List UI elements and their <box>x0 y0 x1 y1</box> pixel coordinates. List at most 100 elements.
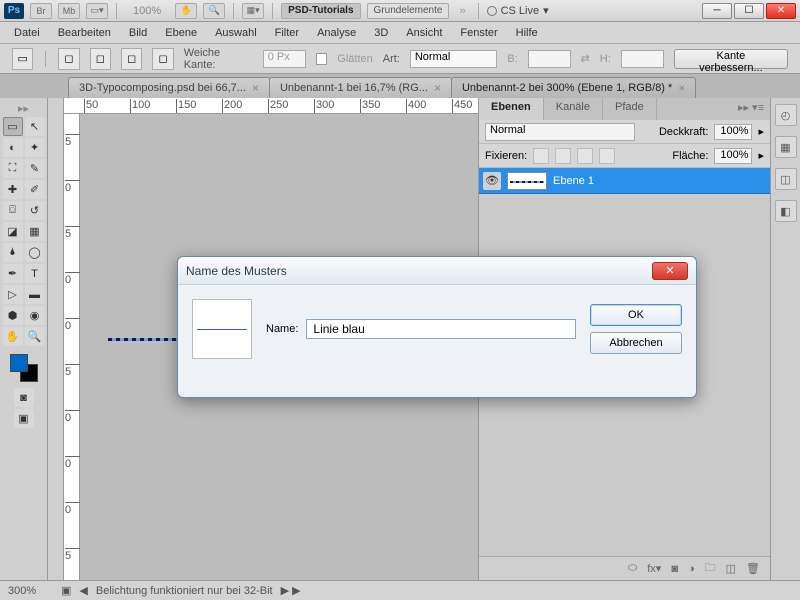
workspace-grundelemente[interactable]: Grundelemente <box>367 3 450 19</box>
close-tab-icon[interactable]: × <box>434 81 441 95</box>
visibility-eye-icon[interactable]: 👁 <box>483 172 501 190</box>
crop-tool[interactable]: ⛶ <box>3 159 23 178</box>
zoom-tool-icon[interactable]: 🔍 <box>203 3 225 19</box>
zoom-display[interactable]: 100% <box>125 5 169 17</box>
refine-edge-button[interactable]: Kante verbessern... <box>674 49 788 69</box>
close-tab-icon[interactable]: × <box>252 81 259 95</box>
menu-3d[interactable]: 3D <box>366 24 396 42</box>
workspace-psd-tutorials[interactable]: PSD-Tutorials <box>281 3 360 19</box>
layer-name[interactable]: Ebene 1 <box>553 175 594 187</box>
lock-transparency-icon[interactable] <box>533 148 549 164</box>
blend-mode-select[interactable]: Normal <box>485 123 635 141</box>
menu-bild[interactable]: Bild <box>121 24 155 42</box>
adjustment-layer-icon[interactable]: ◑ <box>688 563 695 575</box>
3d-camera-tool[interactable]: ◉ <box>25 306 45 325</box>
width-input[interactable] <box>528 50 571 68</box>
layer-mask-icon[interactable]: ◙ <box>671 563 678 575</box>
pattern-name-input[interactable] <box>306 319 576 339</box>
workspace-overflow-icon[interactable]: » <box>455 5 469 17</box>
layer-item[interactable]: 👁 Ebene 1 <box>479 168 770 194</box>
marquee-tool-icon[interactable]: ▭ <box>12 48 33 70</box>
history-brush-tool[interactable]: ↺ <box>25 201 45 220</box>
gradient-tool[interactable]: ▦ <box>25 222 45 241</box>
stamp-tool[interactable]: ⌼ <box>3 201 23 220</box>
tab-ebenen[interactable]: Ebenen <box>479 98 544 120</box>
menu-hilfe[interactable]: Hilfe <box>508 24 546 42</box>
eraser-tool[interactable]: ◪ <box>3 222 23 241</box>
hand-tool[interactable]: ✋ <box>3 327 23 346</box>
opacity-input[interactable]: 100% <box>714 124 752 140</box>
hand-tool-icon[interactable]: ✋ <box>175 3 197 19</box>
quickmask-button[interactable]: ◙ <box>14 388 34 407</box>
lasso-tool[interactable]: ◐ <box>3 138 23 157</box>
selection-new-icon[interactable]: ◻ <box>58 48 79 70</box>
feather-input[interactable]: 0 Px <box>263 50 306 68</box>
menu-ebene[interactable]: Ebene <box>157 24 205 42</box>
lock-pixels-icon[interactable] <box>555 148 571 164</box>
move-tool[interactable]: ↖ <box>25 117 45 136</box>
status-zoom[interactable]: 300% <box>8 585 53 597</box>
document-tab-2[interactable]: Unbenannt-1 bei 16,7% (RG...× <box>269 77 452 98</box>
tab-pfade[interactable]: Pfade <box>603 98 657 120</box>
delete-layer-icon[interactable]: 🗑 <box>746 562 760 575</box>
menu-analyse[interactable]: Analyse <box>309 24 364 42</box>
type-tool[interactable]: T <box>25 264 45 283</box>
layer-thumbnail[interactable] <box>507 172 547 190</box>
selection-intersect-icon[interactable]: ◻ <box>152 48 173 70</box>
minimize-button[interactable]: ─ <box>702 3 732 19</box>
panel-menu-icon[interactable]: ▸▸ ▾≡ <box>732 98 770 120</box>
cancel-button[interactable]: Abbrechen <box>590 332 682 354</box>
antialias-checkbox[interactable] <box>316 53 328 65</box>
opacity-flyout-icon[interactable]: ▸ <box>758 125 764 138</box>
eyedropper-tool[interactable]: ✎ <box>25 159 45 178</box>
menu-bearbeiten[interactable]: Bearbeiten <box>50 24 119 42</box>
minibridge-button[interactable]: Mb <box>58 3 80 19</box>
3d-tool[interactable]: ⬢ <box>3 306 23 325</box>
dodge-tool[interactable]: ◯ <box>25 243 45 262</box>
swatches-panel-icon[interactable]: ▦ <box>775 136 797 158</box>
maximize-button[interactable]: ☐ <box>734 3 764 19</box>
tab-kanale[interactable]: Kanäle <box>544 98 603 120</box>
lock-position-icon[interactable] <box>577 148 593 164</box>
menu-filter[interactable]: Filter <box>267 24 307 42</box>
screenmode-button[interactable]: ▣ <box>14 409 34 428</box>
shape-tool[interactable]: ▬ <box>25 285 45 304</box>
selection-add-icon[interactable]: ◻ <box>90 48 111 70</box>
cs-live-button[interactable]: CS Live▾ <box>487 4 549 17</box>
new-layer-icon[interactable]: ◫ <box>726 562 736 575</box>
magic-wand-tool[interactable]: ✦ <box>25 138 45 157</box>
group-icon[interactable]: 🗀 <box>705 559 716 578</box>
swap-dims-icon[interactable]: ⇄ <box>581 52 590 65</box>
color-panel-icon[interactable]: ◴ <box>775 104 797 126</box>
lock-all-icon[interactable] <box>599 148 615 164</box>
layer-fx-icon[interactable]: fx▾ <box>647 562 661 575</box>
close-tab-icon[interactable]: × <box>678 81 685 95</box>
path-select-tool[interactable]: ▷ <box>3 285 23 304</box>
selection-subtract-icon[interactable]: ◻ <box>121 48 142 70</box>
zoom-tool[interactable]: 🔍 <box>25 327 45 346</box>
dialog-close-button[interactable]: ✕ <box>652 262 688 280</box>
document-tab-3[interactable]: Unbenannt-2 bei 300% (Ebene 1, RGB/8) *× <box>451 77 696 98</box>
styles-panel-icon[interactable]: ◧ <box>775 200 797 222</box>
marquee-tool[interactable]: ▭ <box>3 117 23 136</box>
screen-mode-button[interactable]: ▭▾ <box>86 3 108 19</box>
menu-ansicht[interactable]: Ansicht <box>398 24 450 42</box>
menu-datei[interactable]: Datei <box>6 24 48 42</box>
adjustments-panel-icon[interactable]: ◫ <box>775 168 797 190</box>
blur-tool[interactable]: 🌢 <box>3 243 23 262</box>
close-button[interactable]: ✕ <box>766 3 796 19</box>
style-select[interactable]: Normal <box>410 50 497 68</box>
pen-tool[interactable]: ✒ <box>3 264 23 283</box>
link-layers-icon[interactable]: ⬭ <box>628 562 637 575</box>
menu-auswahl[interactable]: Auswahl <box>207 24 265 42</box>
brush-tool[interactable]: ✐ <box>25 180 45 199</box>
height-input[interactable] <box>621 50 664 68</box>
ok-button[interactable]: OK <box>590 304 682 326</box>
healing-tool[interactable]: ✚ <box>3 180 23 199</box>
arrange-button[interactable]: ▦▾ <box>242 3 264 19</box>
fill-flyout-icon[interactable]: ▸ <box>758 149 764 162</box>
fill-input[interactable]: 100% <box>714 148 752 164</box>
bridge-button[interactable]: Br <box>30 3 52 19</box>
document-tab-1[interactable]: 3D-Typocomposing.psd bei 66,7...× <box>68 77 270 98</box>
color-swatch[interactable] <box>10 354 38 382</box>
